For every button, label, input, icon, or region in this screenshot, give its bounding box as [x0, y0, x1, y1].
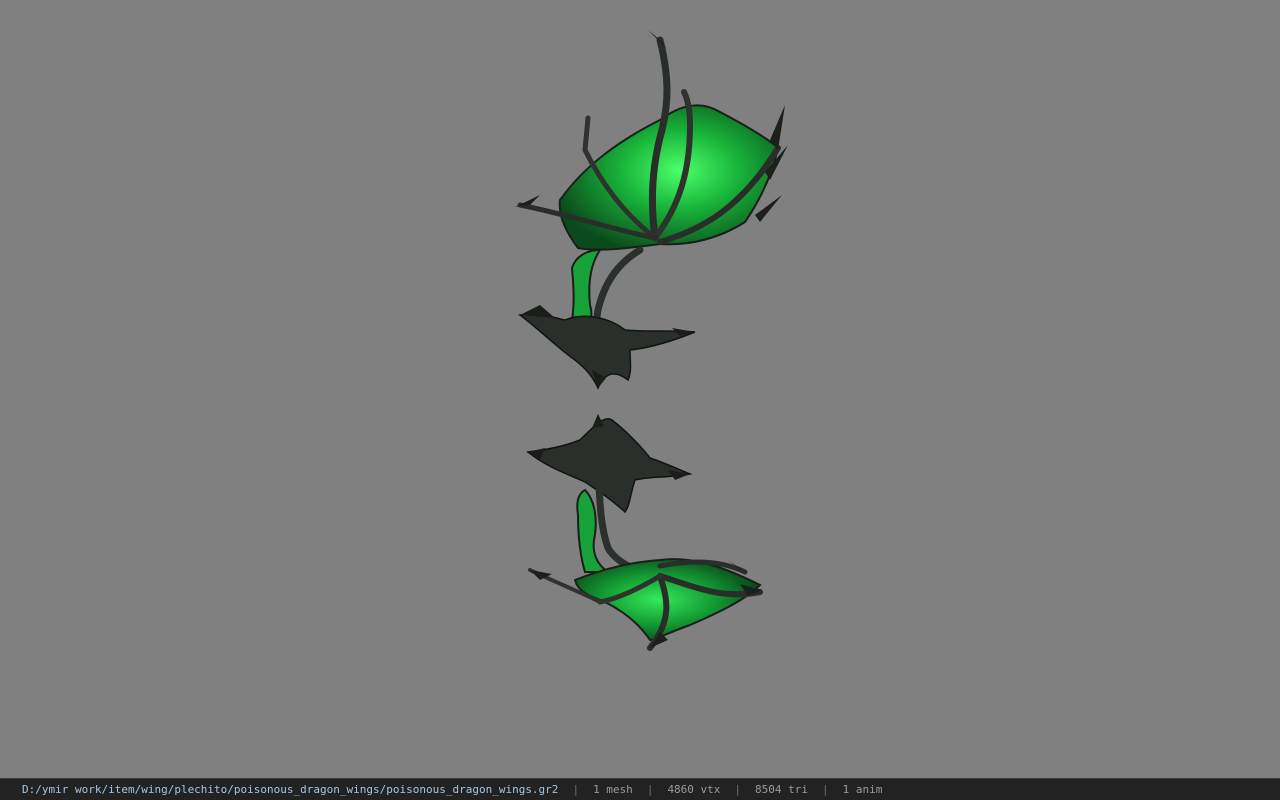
- model-render: [515, 30, 788, 651]
- vertex-count: 4860 vtx: [667, 783, 721, 796]
- status-bar: D:/ymir work/item/wing/plechito/poisonou…: [0, 778, 1280, 800]
- status-separator: |: [734, 783, 742, 796]
- mesh-count: 1 mesh: [593, 783, 633, 796]
- status-separator: |: [646, 783, 654, 796]
- triangle-count: 8504 tri: [755, 783, 809, 796]
- upper-wing: [515, 30, 788, 390]
- lower-wing: [526, 414, 763, 651]
- status-separator: |: [572, 783, 580, 796]
- status-separator: |: [822, 783, 829, 796]
- animation-count: 1 anim: [842, 783, 883, 796]
- 3d-viewport[interactable]: [0, 0, 1280, 778]
- file-path: D:/ymir work/item/wing/plechito/poisonou…: [22, 783, 559, 796]
